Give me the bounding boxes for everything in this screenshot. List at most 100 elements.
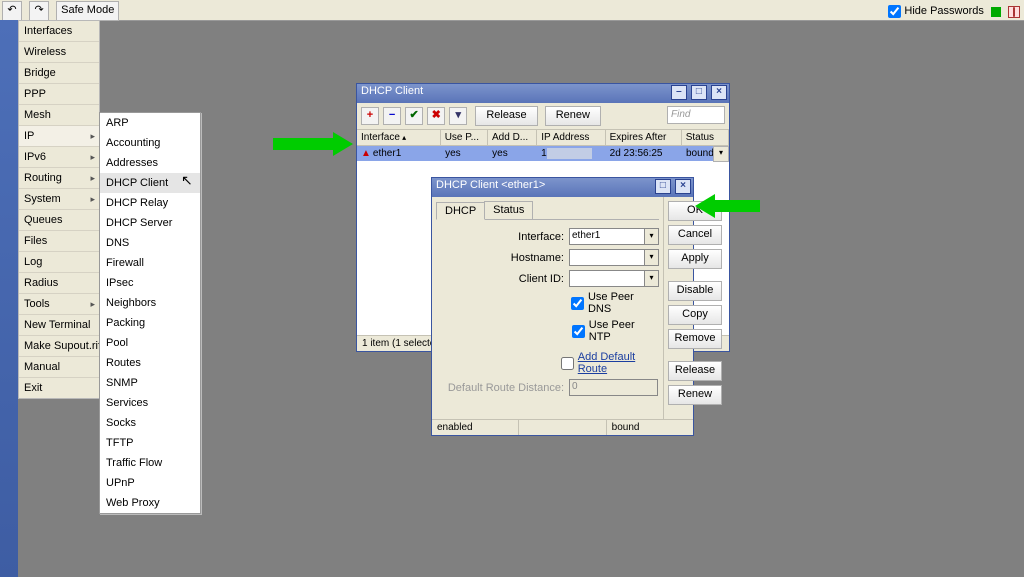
column-header[interactable]: Add D... (488, 130, 537, 145)
menu-item-ipv6[interactable]: IPv6▸ (19, 147, 99, 168)
disable-button[interactable]: Disable (668, 281, 722, 301)
input-clientid[interactable] (569, 270, 645, 287)
submenu-item-web-proxy[interactable]: Web Proxy (100, 493, 200, 513)
menu-item-manual[interactable]: Manual (19, 357, 99, 378)
undo-button[interactable]: ↶ (2, 1, 22, 21)
disable-icon[interactable]: ✖ (427, 107, 445, 125)
dialog-titlebar[interactable]: DHCP Client <ether1> □ × (432, 178, 693, 197)
submenu-item-socks[interactable]: Socks (100, 413, 200, 433)
annotation-arrow-row (273, 132, 353, 156)
redo-button[interactable]: ↷ (29, 1, 49, 21)
menu-item-system[interactable]: System▸ (19, 189, 99, 210)
submenu-item-tftp[interactable]: TFTP (100, 433, 200, 453)
menu-item-tools[interactable]: Tools▸ (19, 294, 99, 315)
link-default-route[interactable]: Add Default Route (578, 351, 659, 375)
submenu-item-dns[interactable]: DNS (100, 233, 200, 253)
release-button[interactable]: Release (475, 106, 537, 126)
submenu-item-accounting[interactable]: Accounting (100, 133, 200, 153)
window-close-icon[interactable]: × (711, 85, 727, 100)
submenu-item-addresses[interactable]: Addresses (100, 153, 200, 173)
submenu-item-neighbors[interactable]: Neighbors (100, 293, 200, 313)
copy-button[interactable]: Copy (668, 305, 722, 325)
column-header[interactable]: Interface ▴ (357, 130, 441, 145)
menu-item-files[interactable]: Files (19, 231, 99, 252)
checkbox-default-route[interactable] (561, 357, 574, 370)
field-peer-ntp[interactable]: Use Peer NTP (436, 319, 659, 343)
expand-icon[interactable]: ▾ (645, 249, 659, 266)
checkbox-peer-ntp[interactable] (572, 325, 585, 338)
hide-passwords-checkbox[interactable] (888, 5, 901, 18)
menu-item-wireless[interactable]: Wireless (19, 42, 99, 63)
window-minimize-icon[interactable]: – (671, 85, 687, 100)
header-dropdown-icon[interactable]: ▾ (713, 146, 729, 162)
apply-button[interactable]: Apply (668, 249, 722, 269)
submenu-item-snmp[interactable]: SNMP (100, 373, 200, 393)
column-header[interactable]: Expires After (606, 130, 682, 145)
submenu-item-services[interactable]: Services (100, 393, 200, 413)
submenu-item-packing[interactable]: Packing (100, 313, 200, 333)
menu-item-exit[interactable]: Exit (19, 378, 99, 398)
input-route-distance: 0 (569, 379, 658, 396)
submenu-item-dhcp-relay[interactable]: DHCP Relay (100, 193, 200, 213)
cancel-button[interactable]: Cancel (668, 225, 722, 245)
field-interface: Interface: ether1 ▾ (436, 228, 659, 245)
input-interface[interactable]: ether1 (569, 228, 645, 245)
hide-passwords-toggle[interactable]: Hide Passwords (884, 5, 983, 17)
status-middle (519, 420, 606, 435)
cell: 2d 23:56:25 (606, 146, 682, 161)
menu-item-log[interactable]: Log (19, 252, 99, 273)
ok-button[interactable]: OK (668, 201, 722, 221)
dialog-maximize-icon[interactable]: □ (655, 179, 671, 194)
column-header[interactable]: IP Address (537, 130, 605, 145)
remove-icon[interactable]: − (383, 107, 401, 125)
dropdown-icon[interactable]: ▾ (645, 228, 659, 245)
expand-icon[interactable]: ▾ (645, 270, 659, 287)
submenu-item-pool[interactable]: Pool (100, 333, 200, 353)
menu-item-make-supout-rif[interactable]: Make Supout.rif (19, 336, 99, 357)
menu-item-interfaces[interactable]: Interfaces (19, 21, 99, 42)
menu-item-radius[interactable]: Radius (19, 273, 99, 294)
dialog-close-icon[interactable]: × (675, 179, 691, 194)
submenu-item-upnp[interactable]: UPnP (100, 473, 200, 493)
column-header[interactable]: Use P... (441, 130, 488, 145)
menu-item-bridge[interactable]: Bridge (19, 63, 99, 84)
submenu-arrow-icon: ▸ (90, 131, 95, 142)
submenu-item-ipsec[interactable]: IPsec (100, 273, 200, 293)
column-header[interactable]: Status (682, 130, 729, 145)
submenu-item-arp[interactable]: ARP (100, 113, 200, 133)
checkbox-peer-dns[interactable] (571, 297, 584, 310)
status-enabled: enabled (432, 420, 519, 435)
submenu-item-routes[interactable]: Routes (100, 353, 200, 373)
submenu-item-dhcp-client[interactable]: DHCP Client (100, 173, 200, 193)
renew-button[interactable]: Renew (545, 106, 601, 126)
submenu-item-traffic-flow[interactable]: Traffic Flow (100, 453, 200, 473)
window-titlebar[interactable]: DHCP Client – □ × (357, 84, 729, 103)
field-default-route[interactable]: Add Default Route (436, 351, 659, 375)
menu-item-routing[interactable]: Routing▸ (19, 168, 99, 189)
input-hostname[interactable] (569, 249, 645, 266)
label-peer-dns: Use Peer DNS (588, 291, 659, 315)
table-row[interactable]: ▲ether1yesyes1xxxxxxxxx2d 23:56:25bound (357, 146, 729, 161)
enable-icon[interactable]: ✔ (405, 107, 423, 125)
submenu-item-firewall[interactable]: Firewall (100, 253, 200, 273)
renew-button[interactable]: Renew (668, 385, 722, 405)
field-clientid: Client ID: ▾ (436, 270, 659, 287)
tab-status[interactable]: Status (484, 201, 533, 219)
filter-icon[interactable]: ▾ (449, 107, 467, 125)
dhcp-client-dialog: DHCP Client <ether1> □ × DHCP Status Int… (431, 177, 694, 436)
safe-mode-button[interactable]: Safe Mode (56, 1, 119, 21)
submenu-item-dhcp-server[interactable]: DHCP Server (100, 213, 200, 233)
field-peer-dns[interactable]: Use Peer DNS (436, 291, 659, 315)
menu-item-new-terminal[interactable]: New Terminal (19, 315, 99, 336)
status-bound: bound (607, 420, 693, 435)
add-icon[interactable]: + (361, 107, 379, 125)
tab-dhcp[interactable]: DHCP (436, 202, 485, 220)
menu-item-queues[interactable]: Queues (19, 210, 99, 231)
find-input[interactable]: Find (667, 106, 725, 124)
menu-item-ip[interactable]: IP▸ (19, 126, 99, 147)
menu-item-ppp[interactable]: PPP (19, 84, 99, 105)
menu-item-mesh[interactable]: Mesh (19, 105, 99, 126)
window-maximize-icon[interactable]: □ (691, 85, 707, 100)
release-button[interactable]: Release (668, 361, 722, 381)
remove-button[interactable]: Remove (668, 329, 722, 349)
